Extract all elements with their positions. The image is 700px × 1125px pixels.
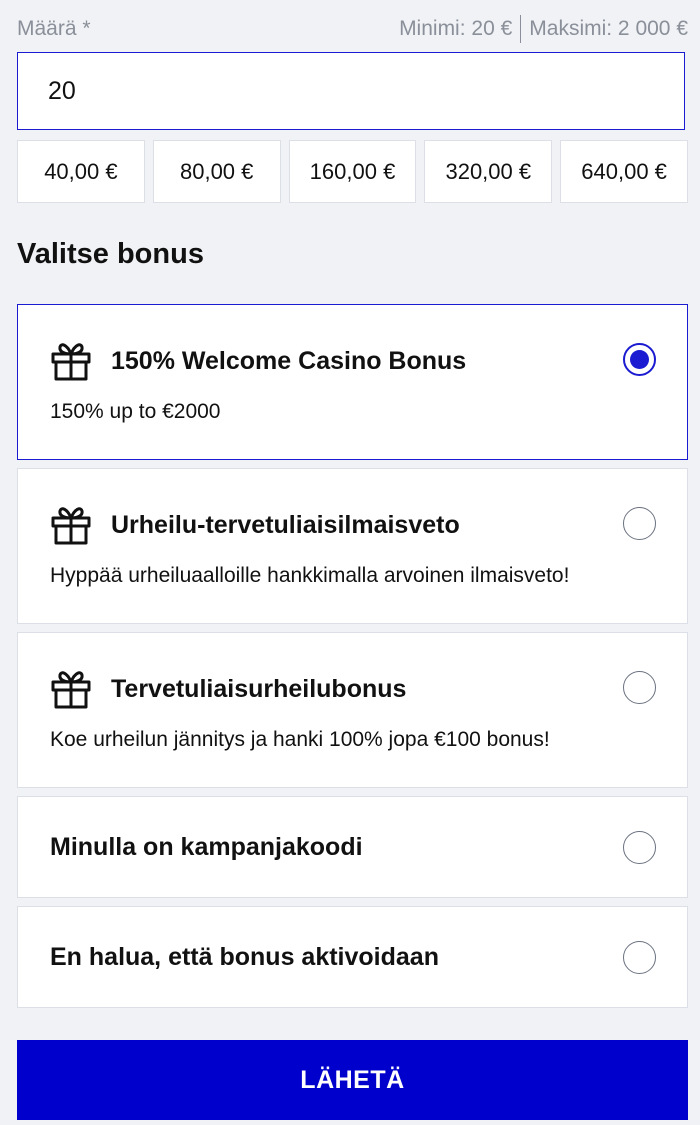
bonus-title-row: 150% Welcome Casino Bonus: [50, 341, 466, 381]
amount-label: Määrä *: [17, 17, 91, 40]
submit-button[interactable]: LÄHETÄ: [17, 1040, 688, 1120]
gift-icon: [50, 669, 92, 709]
amount-limits: Minimi: 20 € Maksimi: 2 000 €: [399, 15, 688, 43]
bonus-title: En halua, että bonus aktivoidaan: [50, 942, 439, 971]
amount-header: Määrä * Minimi: 20 € Maksimi: 2 000 €: [17, 14, 688, 44]
bonus-options: 150% Welcome Casino Bonus 150% up to €20…: [17, 304, 688, 1016]
preset-amount-button[interactable]: 640,00 €: [560, 140, 688, 203]
bonus-option-no-bonus[interactable]: En halua, että bonus aktivoidaan: [17, 906, 688, 1008]
bonus-option-sports-free-bet[interactable]: Urheilu-tervetuliaisilmaisveto Hyppää ur…: [17, 468, 688, 624]
bonus-radio[interactable]: [623, 343, 656, 376]
preset-amount-button[interactable]: 80,00 €: [152, 140, 281, 203]
bonus-title-row: Minulla on kampanjakoodi: [50, 797, 363, 897]
bonus-description: 150% up to €2000: [50, 400, 221, 423]
bonus-title: Urheilu-tervetuliaisilmaisveto: [111, 510, 460, 539]
bonus-title: 150% Welcome Casino Bonus: [111, 346, 467, 375]
amount-input[interactable]: [17, 52, 685, 130]
section-title: Valitse bonus: [17, 238, 204, 270]
amount-presets: 40,00 € 80,00 € 160,00 € 320,00 € 640,00…: [17, 140, 688, 203]
max-amount-label: Maksimi: 2 000 €: [529, 17, 688, 40]
bonus-radio[interactable]: [623, 941, 656, 974]
bonus-radio[interactable]: [623, 507, 656, 540]
bonus-title-row: Tervetuliaisurheilubonus: [50, 669, 406, 709]
bonus-description: Hyppää urheiluaalloille hankkimalla arvo…: [50, 564, 570, 587]
bonus-title-row: Urheilu-tervetuliaisilmaisveto: [50, 505, 460, 545]
bonus-option-welcome-casino[interactable]: 150% Welcome Casino Bonus 150% up to €20…: [17, 304, 688, 460]
min-amount-label: Minimi: 20 €: [399, 17, 513, 40]
bonus-title: Tervetuliaisurheilubonus: [111, 674, 407, 703]
gift-icon: [50, 505, 92, 545]
preset-amount-button[interactable]: 40,00 €: [17, 140, 145, 203]
limits-divider: [520, 15, 522, 43]
bonus-title: Minulla on kampanjakoodi: [50, 832, 363, 861]
bonus-radio[interactable]: [623, 671, 656, 704]
gift-icon: [50, 341, 92, 381]
bonus-option-sports-bonus[interactable]: Tervetuliaisurheilubonus Koe urheilun jä…: [17, 632, 688, 788]
bonus-option-promo-code[interactable]: Minulla on kampanjakoodi: [17, 796, 688, 898]
bonus-title-row: En halua, että bonus aktivoidaan: [50, 907, 439, 1007]
preset-amount-button[interactable]: 320,00 €: [424, 140, 553, 203]
preset-amount-button[interactable]: 160,00 €: [288, 140, 417, 203]
bonus-description: Koe urheilun jännitys ja hanki 100% jopa…: [50, 728, 550, 751]
bonus-radio[interactable]: [623, 831, 656, 864]
